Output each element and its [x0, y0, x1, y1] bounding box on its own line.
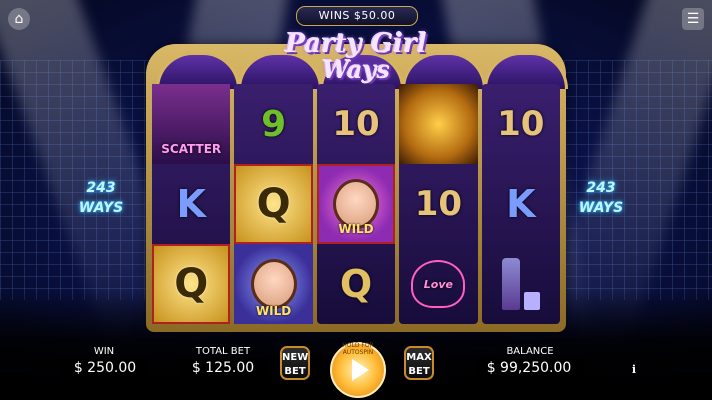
ways-word: WAYS — [578, 200, 624, 216]
bottle-icon — [501, 258, 520, 310]
symbol-label: SCATTER — [161, 142, 222, 156]
ways-badge-left: 243 WAYS — [66, 178, 136, 218]
symbol-label: Love — [423, 277, 453, 291]
menu-button[interactable]: ☰ — [682, 8, 704, 30]
symbol-label: 10 — [497, 104, 545, 144]
symbol-label: K — [506, 182, 536, 226]
ways-badge-right: 243 WAYS — [566, 178, 636, 218]
new-bet-line1: NEW — [282, 352, 309, 363]
wins-text: WINS $50.00 — [318, 9, 396, 22]
reel-5: 10 K — [481, 84, 560, 324]
symbol-label: 10 — [332, 104, 380, 144]
glass-icon — [523, 292, 540, 310]
reel-3: 10 WILD Q — [316, 84, 396, 324]
wins-banner: WINS $50.00 — [296, 6, 418, 26]
bottle-symbol — [482, 244, 560, 324]
heart-icon: Love — [411, 260, 466, 308]
reel-2: 9 Q WILD — [234, 84, 313, 324]
reel-1: SCATTER K Q — [152, 84, 231, 324]
ten-symbol: 10 — [482, 84, 560, 164]
ten-symbol: 10 — [399, 164, 477, 244]
ways-word: WAYS — [78, 200, 124, 216]
max-bet-button[interactable]: MAX BET — [404, 346, 434, 380]
symbol-label: WILD — [255, 304, 292, 318]
symbol-label: 10 — [414, 184, 463, 224]
disco-ball-symbol — [399, 84, 478, 164]
info-icon: i — [631, 363, 637, 376]
love-heart-symbol: Love — [399, 244, 477, 324]
logo-line-1: Party Girl — [285, 29, 427, 59]
symbol-label: 9 — [261, 103, 287, 145]
symbol-label: K — [176, 182, 206, 226]
max-bet-line2: BET — [408, 366, 430, 377]
balance-label: BALANCE — [506, 346, 554, 357]
total-bet-label: TOTAL BET — [195, 346, 251, 357]
autospin-hint: HOLD FOR AUTOSPIN — [342, 342, 374, 356]
win-label: WIN — [93, 346, 115, 357]
win-value: $ 250.00 — [62, 358, 148, 378]
ways-count: 243 — [86, 180, 116, 196]
reel-4: 10 Love — [399, 84, 478, 324]
scatter-symbol: SCATTER — [152, 84, 231, 164]
game-logo: Party Girl Ways — [226, 30, 486, 82]
home-icon: ⌂ — [14, 11, 24, 27]
new-bet-line2: BET — [284, 366, 306, 377]
q-symbol: Q — [317, 244, 395, 324]
q-symbol-winning: Q — [152, 244, 231, 324]
girl-face-icon — [250, 259, 297, 309]
ten-symbol: 10 — [317, 84, 395, 164]
ways-count: 243 — [586, 180, 616, 196]
symbol-label: Q — [174, 261, 209, 307]
symbol-label: WILD — [338, 222, 374, 236]
nine-symbol: 9 — [234, 84, 312, 164]
play-icon — [352, 359, 369, 381]
q-symbol-winning: Q — [234, 164, 313, 244]
k-symbol: K — [482, 164, 560, 244]
wild-symbol-winning: WILD — [316, 164, 396, 244]
max-bet-line1: MAX — [406, 352, 432, 363]
hamburger-menu-icon: ☰ — [686, 11, 700, 27]
balance-value: $ 99,250.00 — [474, 358, 584, 378]
symbol-label: Q — [339, 262, 373, 306]
spin-button[interactable]: HOLD FOR AUTOSPIN — [330, 342, 386, 398]
k-symbol: K — [152, 164, 230, 244]
symbol-label: Q — [256, 181, 291, 227]
new-bet-button[interactable]: NEW BET — [280, 346, 310, 380]
wild-symbol: WILD — [234, 244, 313, 324]
logo-line-2: Ways — [322, 55, 390, 84]
total-bet-value: $ 125.00 — [180, 358, 266, 378]
home-button[interactable]: ⌂ — [8, 8, 30, 30]
info-button[interactable]: i — [626, 362, 642, 378]
reel-grid: SCATTER K Q 9 Q WILD 10 WILD Q 10 Love 1… — [152, 84, 560, 324]
